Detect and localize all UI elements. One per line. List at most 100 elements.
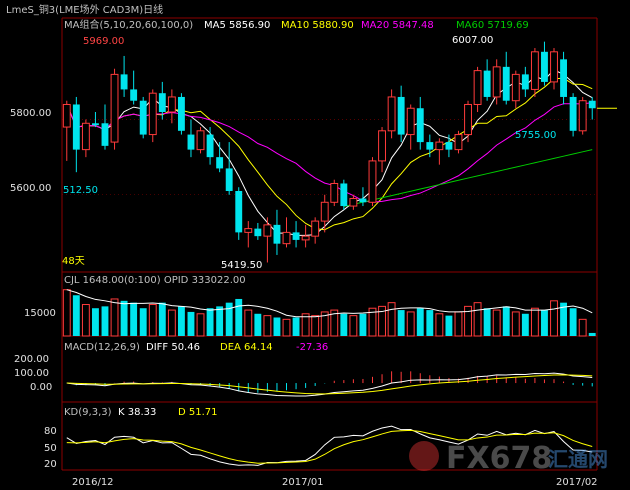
- volume-bar-up: [167, 309, 176, 337]
- volume-bar-down: [254, 313, 262, 336]
- candle-body-down: [521, 74, 529, 90]
- volume-bar-down: [502, 306, 510, 336]
- volume-bar-down: [569, 308, 577, 336]
- candle-body-down: [541, 51, 548, 82]
- watermark-logo-icon: [409, 441, 439, 471]
- volume-bar-down: [187, 311, 195, 336]
- volume-bar-up: [263, 315, 272, 337]
- volume-bar-up: [148, 304, 157, 337]
- candle-body-up: [511, 73, 520, 102]
- candle-body-up: [492, 66, 501, 98]
- candle-body-down: [273, 224, 281, 244]
- macd-series: [66, 371, 593, 397]
- candle-body-up: [550, 51, 558, 83]
- volume-bar-down: [521, 313, 529, 336]
- volume-bar-down: [139, 308, 147, 336]
- ma10-legend: MA10 5880.90: [281, 20, 354, 31]
- candle-body-up: [167, 96, 176, 113]
- x-label-2017-01: 2017/01: [282, 477, 324, 488]
- volume-header: CJL 1648.00(0:100) OPID 333022.00: [64, 275, 246, 286]
- candle-body-down: [292, 232, 300, 240]
- kline-chart-window: LmeS_铜3(LME场外 CAD3M)日线 MA组合(5,10,20,60,1…: [0, 0, 630, 490]
- candle-body-down: [588, 100, 596, 109]
- volume-bar-up: [282, 318, 291, 337]
- volume-bar-up: [435, 313, 444, 337]
- macd-value: -27.36: [296, 342, 328, 353]
- volume-bar-up: [349, 315, 358, 337]
- candle-body-down: [158, 93, 166, 112]
- macd-y-tick-0: 0.00: [30, 382, 52, 393]
- volume-bar-down: [359, 313, 367, 336]
- candle-body-up: [81, 122, 90, 151]
- macd-y-tick-200: 200.00: [14, 354, 49, 365]
- candle-body-down: [187, 134, 195, 150]
- candle-body-up: [406, 107, 415, 136]
- volume-bar-down: [120, 300, 128, 336]
- volume-bar-up: [244, 309, 253, 337]
- macd-diff-line: [66, 372, 593, 397]
- candle-body-up: [368, 160, 377, 203]
- candle-body-up: [62, 103, 71, 128]
- kd-y-tick-20: 20: [44, 459, 57, 470]
- volume-bar-down: [416, 308, 424, 336]
- candle-body-down: [560, 59, 568, 97]
- annotation-high-left: 5969.00: [83, 36, 124, 47]
- volume-bar-down: [72, 295, 80, 336]
- candle-body-down: [416, 108, 424, 143]
- candle-body-down: [130, 89, 138, 101]
- volume-bar-up: [196, 313, 205, 337]
- candle-body-down: [569, 96, 577, 131]
- candle-body-down: [139, 100, 147, 135]
- candle-body-down: [216, 157, 224, 169]
- candle-body-down: [502, 66, 510, 101]
- window-title: LmeS_铜3(LME场外 CAD3M)日线: [6, 3, 163, 16]
- candle-body-down: [177, 96, 185, 131]
- annotation-days: 48天: [62, 256, 85, 267]
- candle-body-down: [359, 198, 367, 203]
- candle-body-up: [330, 182, 339, 203]
- candle-body-up: [387, 96, 396, 132]
- volume-bar-down: [340, 313, 348, 336]
- x-label-2017-02: 2017/02: [556, 477, 598, 488]
- annotation-high-right: 6007.00: [452, 35, 493, 46]
- ma-header: MA组合(5,10,20,60,100,0): [64, 18, 193, 31]
- macd-header: MACD(12,26,9): [64, 342, 140, 353]
- volume-bar-down: [101, 306, 109, 336]
- candle-body-down: [483, 70, 491, 97]
- candle-body-down: [254, 228, 262, 237]
- candle-body-up: [301, 235, 310, 241]
- volume-bar-up: [530, 307, 539, 337]
- candle-body-up: [196, 130, 205, 151]
- volume-bar-down: [397, 310, 405, 336]
- candle-body-down: [340, 183, 348, 207]
- volume-bar-up: [578, 318, 587, 337]
- watermark-sub: 汇通网: [548, 447, 608, 471]
- macd-diff: DIFF 50.46: [146, 342, 200, 353]
- volume-bar-up: [387, 302, 396, 337]
- candle-body-up: [263, 224, 272, 237]
- candle-body-up: [244, 228, 253, 233]
- volume-y-tick: 15000: [24, 308, 56, 319]
- macd-dea: DEA 64.14: [220, 342, 273, 353]
- candle-body-up: [349, 198, 358, 207]
- kline-chart-canvas[interactable]: LmeS_铜3(LME场外 CAD3M)日线 MA组合(5,10,20,60,1…: [0, 0, 630, 490]
- candle-body-up: [311, 220, 320, 237]
- volume-bar-up: [550, 300, 558, 337]
- volume-bar-up: [110, 298, 119, 337]
- candle-body-up: [435, 141, 444, 151]
- candle-body-up: [530, 51, 539, 90]
- volume-bar-down: [541, 310, 548, 336]
- ma60-legend: MA60 5719.69: [456, 20, 529, 31]
- volume-bar-up: [511, 311, 520, 337]
- macd-dea-line: [66, 374, 593, 395]
- volume-bar-up: [311, 315, 320, 337]
- candle-body-up: [110, 73, 119, 143]
- y-tick-5800: 5800.00: [10, 108, 51, 119]
- candle-body-down: [426, 142, 434, 150]
- volume-bar-down: [445, 315, 453, 336]
- candle-body-up: [282, 231, 291, 245]
- volume-bar-down: [177, 306, 185, 336]
- volume-bar-down: [158, 302, 166, 336]
- candle-body-up: [464, 103, 472, 136]
- ma20-legend: MA20 5847.48: [361, 20, 434, 31]
